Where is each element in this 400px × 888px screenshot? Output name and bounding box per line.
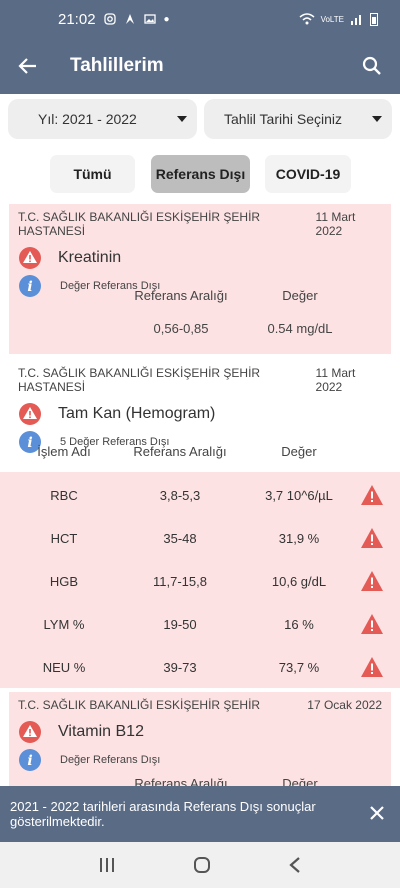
network-label: VoLTE: [320, 14, 344, 24]
hospital-name: T.C. SAĞLIK BAKANLIĞI ESKİŞEHİR ŞEHİR: [18, 698, 261, 712]
warning-icon: [361, 528, 383, 548]
caret-down-icon: [177, 116, 187, 122]
row-value: 10,6 g/dL: [271, 573, 327, 589]
row-name: HCT: [50, 530, 78, 546]
hospital-name: T.C. SAĞLIK BAKANLIĞI ESKİŞEHİR ŞEHİR HA…: [18, 210, 261, 238]
row-name: HGB: [49, 573, 79, 589]
search-icon: [362, 56, 381, 75]
filter-bar: Yıl: 2021 - 2022 Tahlil Tarihi Seçiniz: [0, 94, 400, 146]
result-date: 11 Mart 2022: [315, 210, 356, 238]
row-name: RBC: [50, 487, 78, 503]
arrow-left-icon: [18, 58, 36, 74]
tab-covid[interactable]: COVID-19: [265, 155, 351, 193]
reference-header: Referans Aralığı: [134, 288, 228, 303]
svg-text:i: i: [27, 279, 32, 295]
value-header: Değer: [281, 444, 317, 459]
row-value: 3,7 10^6/µL: [265, 487, 333, 503]
tab-out-of-reference[interactable]: Referans Dışı: [151, 155, 250, 193]
hospital-name: T.C. SAĞLIK BAKANLIĞI ESKİŞEHİR ŞEHİR HA…: [18, 366, 261, 394]
app-logo-icon: [125, 14, 134, 24]
result-card-kreatinin[interactable]: T.C. SAĞLIK BAKANLIĞI ESKİŞEHİR ŞEHİR HA…: [9, 204, 391, 354]
date-dropdown[interactable]: Tahlil Tarihi Seçiniz: [204, 99, 392, 139]
filter-tabs: Tümü Referans Dışı COVID-19: [0, 152, 400, 196]
warning-icon: [18, 402, 42, 426]
table-row[interactable]: HGB 11,7-15,8 10,6 g/dL: [0, 561, 400, 601]
warning-icon: [18, 720, 42, 744]
table-row[interactable]: RBC 3,8-5,3 3,7 10^6/µL: [0, 475, 400, 515]
system-nav-bar: [0, 842, 400, 888]
back-button[interactable]: [0, 38, 56, 94]
warning-icon: [361, 657, 383, 677]
result-card-vitamin-b12[interactable]: T.C. SAĞLIK BAKANLIĞI ESKİŞEHİR ŞEHİR 17…: [9, 692, 391, 786]
search-button[interactable]: [348, 38, 396, 94]
snackbar: 2021 - 2022 tarihleri arasında Referans …: [0, 786, 400, 842]
signal-icon: [351, 15, 361, 25]
warning-icon: [361, 571, 383, 591]
reference-header: Referans Aralığı: [133, 444, 227, 459]
row-value: 31,9 %: [278, 530, 320, 546]
test-name: Vitamin B12: [58, 723, 144, 740]
date-dropdown-label: Tahlil Tarihi Seçiniz: [224, 111, 343, 127]
reference-range: 0,56-0,85: [153, 321, 209, 336]
image-icon: [143, 14, 156, 24]
info-icon: i: [18, 748, 42, 772]
name-header: İşlem Adı: [37, 444, 91, 459]
row-reference: 19-50: [163, 616, 197, 632]
snackbar-message: 2021 - 2022 tarihleri arasında Referans …: [10, 799, 316, 829]
back-nav-icon[interactable]: [288, 856, 302, 874]
instagram-icon: [103, 13, 116, 25]
row-value: 73,7 %: [278, 659, 320, 675]
dot-icon: ●: [163, 13, 170, 25]
result-date: 17 Ocak 2022: [307, 698, 382, 712]
row-reference: 35-48: [163, 530, 197, 546]
hemogram-rows: RBC 3,8-5,3 3,7 10^6/µL HCT 35-48 31,9 %…: [0, 472, 400, 688]
result-date: 11 Mart 2022: [315, 366, 356, 394]
value-header: Değer: [282, 288, 318, 303]
caret-down-icon: [372, 116, 382, 122]
wifi-icon: [299, 13, 315, 25]
app-bar: Tahlillerim: [0, 38, 400, 94]
tab-all[interactable]: Tümü: [50, 155, 135, 193]
row-name: LYM %: [43, 616, 85, 632]
row-reference: 3,8-5,3: [159, 487, 201, 503]
table-row[interactable]: HCT 35-48 31,9 %: [0, 518, 400, 558]
home-icon[interactable]: [193, 856, 211, 874]
value-header: Değer: [282, 776, 318, 786]
warning-icon: [18, 246, 42, 270]
table-row[interactable]: NEU % 39-73 73,7 %: [0, 647, 400, 687]
info-icon: i: [18, 274, 42, 298]
result-value: 0.54 mg/dL: [267, 321, 333, 336]
result-card-hemogram[interactable]: T.C. SAĞLIK BAKANLIĞI ESKİŞEHİR ŞEHİR HA…: [9, 360, 391, 472]
row-value: 16 %: [284, 616, 314, 632]
reference-header: Referans Aralığı: [134, 776, 228, 786]
row-name: NEU %: [42, 659, 86, 675]
warning-icon: [361, 614, 383, 634]
status-time: 21:02: [58, 10, 96, 28]
svg-text:i: i: [27, 753, 32, 769]
close-icon[interactable]: [368, 804, 386, 822]
recent-apps-icon[interactable]: [98, 857, 116, 873]
battery-icon: [370, 13, 378, 26]
info-text: Değer Referans Dışı: [60, 754, 161, 766]
table-row[interactable]: LYM % 19-50 16 %: [0, 604, 400, 644]
status-bar: 21:02 ● VoLTE: [0, 0, 400, 38]
test-name: Kreatinin: [58, 249, 122, 266]
row-reference: 39-73: [163, 659, 197, 675]
warning-icon: [361, 485, 383, 505]
test-name: Tam Kan (Hemogram): [58, 405, 216, 422]
year-dropdown[interactable]: Yıl: 2021 - 2022: [8, 99, 197, 139]
year-dropdown-label: Yıl: 2021 - 2022: [38, 111, 137, 127]
row-reference: 11,7-15,8: [153, 573, 207, 589]
page-title: Tahlillerim: [70, 55, 164, 76]
